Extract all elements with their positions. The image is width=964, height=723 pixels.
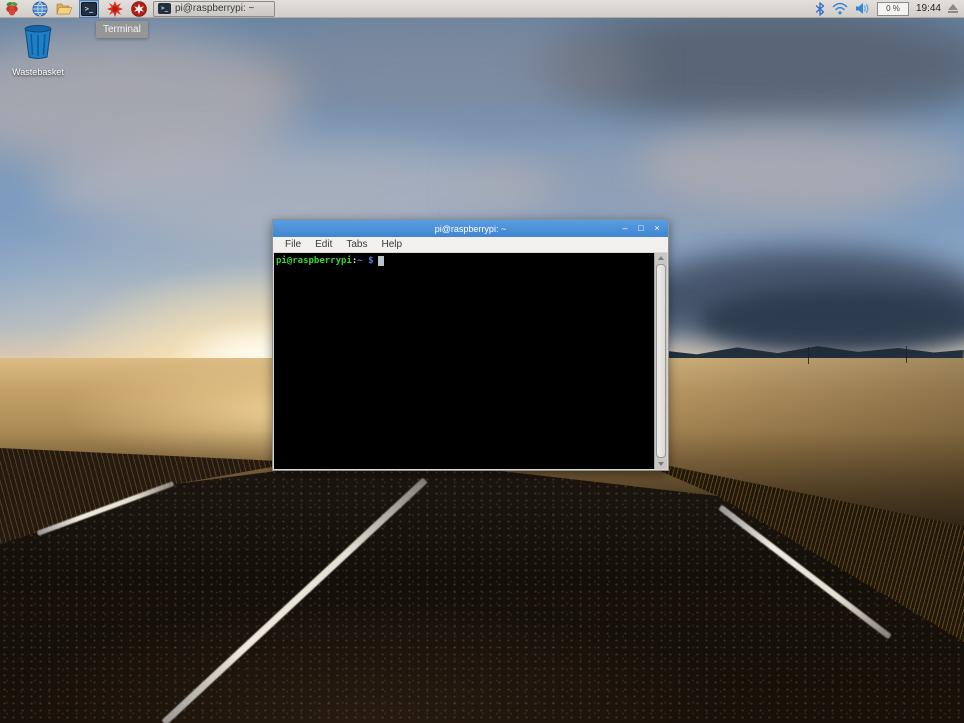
- window-title: pi@raspberrypi: ~: [273, 224, 668, 234]
- app-menu-button[interactable]: [2, 0, 22, 18]
- wolfram-launcher[interactable]: [129, 0, 149, 18]
- folder-icon: [56, 2, 73, 16]
- window-menubar: File Edit Tabs Help: [273, 237, 668, 253]
- wastebasket-label: Wastebasket: [6, 67, 70, 77]
- terminal-window[interactable]: pi@raspberrypi: ~ – □ × File Edit Tabs H…: [272, 219, 669, 471]
- system-tray: 0 % 19:44: [815, 2, 964, 16]
- file-manager-launcher[interactable]: [54, 0, 74, 18]
- menu-help[interactable]: Help: [375, 239, 408, 250]
- terminal-launcher[interactable]: >_: [79, 0, 99, 18]
- taskbar-panel: >_ >_ pi@raspberrypi: ~: [0, 0, 964, 18]
- clock[interactable]: 19:44: [916, 3, 941, 14]
- power-pole: [906, 346, 907, 363]
- tooltip-label: Terminal: [103, 24, 141, 35]
- tooltip: Terminal: [96, 21, 148, 38]
- trash-can-icon: [21, 24, 55, 60]
- terminal-icon: >_: [81, 2, 97, 16]
- wastebasket-icon[interactable]: Wastebasket: [6, 24, 70, 77]
- cpu-usage-value: 0 %: [886, 4, 900, 13]
- prompt-path: ~ $: [357, 256, 373, 266]
- minimize-button[interactable]: –: [620, 220, 630, 237]
- cpu-usage-monitor[interactable]: 0 %: [877, 2, 909, 16]
- web-browser-launcher[interactable]: [30, 0, 50, 18]
- bluetooth-icon[interactable]: [815, 2, 825, 16]
- scrollbar-thumb[interactable]: [656, 264, 666, 458]
- wifi-icon[interactable]: [832, 2, 848, 15]
- maximize-button[interactable]: □: [636, 220, 646, 237]
- terminal-icon: >_: [158, 3, 171, 14]
- eject-icon[interactable]: [948, 4, 958, 13]
- globe-icon: [32, 1, 48, 17]
- terminal-screen[interactable]: pi@raspberrypi:~ $: [274, 253, 654, 469]
- menu-edit[interactable]: Edit: [309, 239, 338, 250]
- task-button-terminal[interactable]: >_ pi@raspberrypi: ~: [153, 1, 275, 17]
- window-titlebar[interactable]: pi@raspberrypi: ~ – □ ×: [273, 220, 668, 237]
- volume-icon[interactable]: [855, 2, 870, 15]
- menu-tabs[interactable]: Tabs: [340, 239, 373, 250]
- close-button[interactable]: ×: [652, 220, 662, 237]
- terminal-cursor: [378, 256, 384, 266]
- desktop[interactable]: Wastebasket pi@raspberrypi: ~ – □ × File…: [0, 0, 964, 723]
- task-button-label: pi@raspberrypi: ~: [175, 3, 254, 14]
- raspberry-pi-menu-icon: [4, 1, 20, 17]
- mathematica-star-icon: [107, 1, 123, 17]
- power-pole: [808, 347, 809, 364]
- wolfram-icon: [131, 1, 147, 17]
- scrollbar[interactable]: [654, 253, 667, 469]
- mathematica-launcher[interactable]: [105, 0, 125, 18]
- prompt-user-host: pi@raspberrypi: [276, 256, 352, 266]
- terminal-body: pi@raspberrypi:~ $: [273, 253, 668, 470]
- window-controls: – □ ×: [620, 220, 668, 237]
- scrollbar-down-arrow[interactable]: [655, 459, 667, 469]
- menu-file[interactable]: File: [279, 239, 307, 250]
- scrollbar-up-arrow[interactable]: [655, 253, 667, 263]
